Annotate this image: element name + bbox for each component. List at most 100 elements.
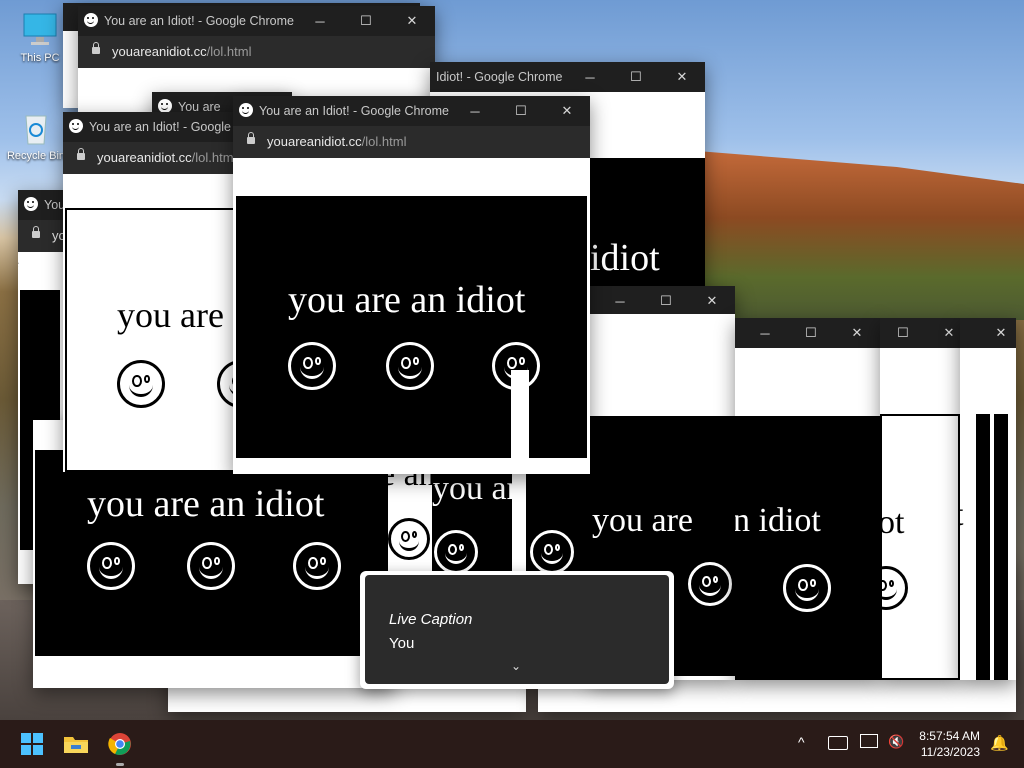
titlebar: You are an Idiot! - Google [63, 112, 243, 142]
maximize-button[interactable]: ☐ [613, 62, 659, 92]
overlap-strip [511, 370, 529, 474]
titlebar: ✕ [960, 318, 1016, 348]
message-fragment: idiot [590, 237, 660, 279]
minimize-button[interactable]: ─ [597, 286, 643, 316]
system-clock[interactable]: 8:57:54 AM 11/23/2023 [919, 728, 980, 760]
live-caption-text: You [389, 635, 415, 652]
recycle-bin-label: Recycle Bin [6, 150, 66, 162]
smiley-face-icon [117, 360, 165, 408]
titlebar: ─ ☐ ✕ [590, 286, 735, 314]
close-button[interactable]: ✕ [659, 62, 705, 92]
titlebar: ☐ ✕ [880, 318, 960, 348]
close-button[interactable]: ✕ [834, 318, 880, 348]
close-button[interactable]: ✕ [978, 318, 1016, 348]
lock-icon [32, 226, 40, 238]
maximize-button[interactable]: ☐ [788, 318, 834, 348]
smiley-face-icon [87, 542, 135, 590]
maximize-button[interactable]: ☐ [880, 318, 926, 348]
address-bar: youareanidiot.cc/lol.html [233, 126, 590, 158]
minimize-button[interactable]: ─ [567, 62, 613, 92]
taskbar: ^ 🔇 8:57:54 AM 11/23/2023 🔔 [0, 720, 1024, 768]
message-fragment: you are ar [432, 470, 512, 507]
chevron-down-icon[interactable]: ⌄ [511, 659, 521, 673]
close-button[interactable]: ✕ [544, 96, 590, 126]
smiley-face-icon [783, 564, 831, 612]
live-caption-title: Live Caption [389, 611, 473, 628]
smiley-favicon-icon [84, 13, 98, 27]
volume-muted-icon[interactable]: 🔇 [888, 734, 904, 750]
minimize-button[interactable]: ─ [297, 6, 343, 36]
window-title: You are an Idiot! - Google Chrome [104, 14, 294, 28]
maximize-button[interactable]: ☐ [643, 286, 689, 316]
lock-icon [247, 132, 255, 144]
lock-icon [77, 148, 85, 160]
url-host: youareanidiot.cc [267, 134, 362, 149]
smiley-face-icon [386, 342, 434, 390]
keyboard-icon[interactable] [828, 736, 848, 750]
chrome-window-front[interactable]: You are an Idiot! - Google Chrome ─ ☐ ✕ yo… [233, 96, 590, 474]
chrome-icon [108, 733, 131, 755]
chrome-window-right-3[interactable]: ☐ ✕ ot [880, 318, 960, 680]
smiley-face-icon [388, 518, 430, 560]
maximize-button[interactable]: ☐ [498, 96, 544, 126]
idiot-panel-inverted: you are [65, 208, 243, 472]
lock-icon [92, 42, 100, 54]
titlebar: You are an Idiot! - Google Chrome ─ ☐ ✕ [78, 6, 435, 36]
message-fragment: t [960, 496, 963, 534]
notification-bell-icon[interactable]: 🔔 [990, 734, 1009, 752]
url-text[interactable]: youareanidiot.cc/lol.html [112, 44, 251, 59]
this-pc-icon[interactable]: This PC [10, 12, 70, 64]
close-button[interactable]: ✕ [926, 318, 960, 348]
show-hidden-icons-button[interactable]: ^ [798, 734, 805, 750]
smiley-favicon-icon [24, 197, 38, 211]
address-bar: youareanidiot.cc/lol.htm [63, 142, 243, 174]
clock-date: 11/23/2023 [920, 745, 980, 759]
message-fragment: you are [592, 502, 694, 539]
recycle-bin-icon[interactable]: Recycle Bin [6, 110, 66, 162]
chrome-button[interactable] [104, 728, 136, 766]
start-button[interactable] [16, 728, 48, 760]
titlebar: You are an Idiot! - Google Chrome ─ ☐ ✕ [233, 96, 590, 126]
message-fragment: you are [117, 295, 224, 335]
smiley-face-icon [293, 542, 341, 590]
url-text[interactable]: youareanidiot.cc/lol.htm [97, 150, 234, 165]
idiot-panel-inverted: ot [880, 414, 960, 680]
running-indicator [116, 763, 124, 766]
smiley-favicon-icon [239, 103, 253, 117]
idiot-panel [976, 414, 990, 680]
url-host: youareanidiot.cc [112, 44, 207, 59]
window-title: Idiot! - Google Chrome [436, 70, 563, 84]
chrome-window-right-2[interactable]: ─ ☐ ✕ n idiot [735, 318, 880, 680]
window-title: You are an Idiot! - Google [89, 120, 231, 134]
minimize-button[interactable]: ─ [452, 96, 498, 126]
partial-text: Le [18, 256, 19, 271]
windows-logo-icon [21, 733, 43, 755]
smiley-favicon-icon [158, 99, 172, 113]
idiot-panel: you are an idiot [35, 450, 391, 656]
close-button[interactable]: ✕ [389, 6, 435, 36]
url-path: /lol.htm [191, 150, 234, 165]
titlebar: ─ ☐ ✕ [735, 318, 880, 348]
address-bar: youareanidiot.cc/lol.html [78, 36, 435, 68]
network-icon[interactable] [860, 734, 878, 748]
smiley-face-icon [688, 562, 732, 606]
smiley-favicon-icon [69, 119, 83, 133]
chrome-window-left-main[interactable]: You are an Idiot! - Google youareanidiot… [63, 112, 243, 472]
live-caption-panel[interactable]: Live Caption You ⌄ [360, 571, 674, 689]
clock-time: 8:57:54 AM [919, 729, 980, 743]
url-text[interactable]: youareanidiot.cc/lol.html [267, 134, 406, 149]
chrome-window-right-4[interactable]: ✕ t [960, 318, 1016, 680]
url-path: /lol.html [206, 44, 252, 59]
smiley-face-icon [288, 342, 336, 390]
window-title: You [44, 198, 66, 212]
maximize-button[interactable]: ☐ [343, 6, 389, 36]
smiley-face-icon [434, 530, 478, 574]
message-fragment: n idiot [735, 502, 821, 539]
url-path: /lol.html [361, 134, 407, 149]
titlebar: Idiot! - Google Chrome ─ ☐ ✕ [430, 62, 705, 92]
idiot-message: you are an idiot [87, 483, 325, 525]
file-explorer-button[interactable] [60, 728, 92, 760]
close-button[interactable]: ✕ [689, 286, 735, 316]
message-fragment: ot [880, 504, 905, 541]
minimize-button[interactable]: ─ [742, 318, 788, 348]
